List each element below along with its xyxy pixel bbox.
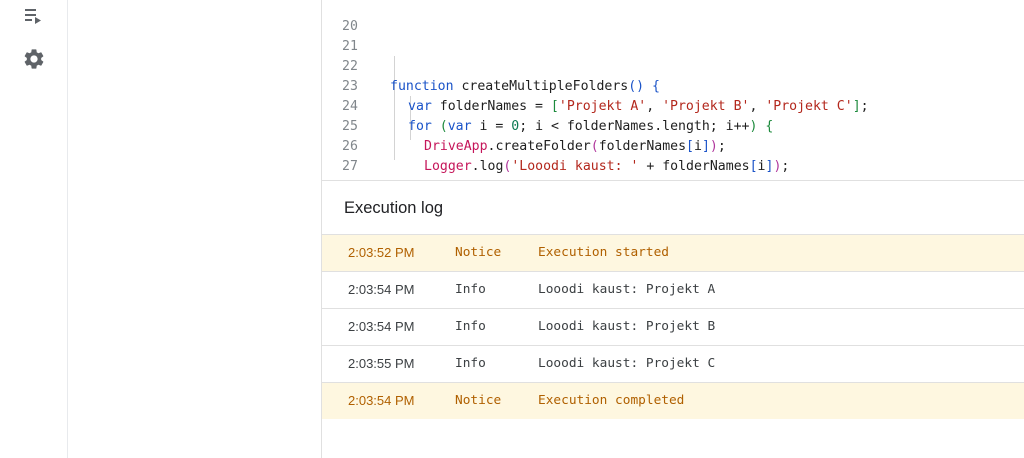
code-line: 21 [322,17,1024,54]
log-time: 2:03:54 PM [348,393,415,408]
log-message: Looodi kaust: Projekt B [538,319,716,334]
log-row[interactable]: 2:03:52 PM Notice Execution started [322,234,1024,271]
log-severity: Info [455,319,486,334]
log-row[interactable]: 2:03:54 PM Info Looodi kaust: Projekt A [322,271,1024,308]
code-line: 22 function createMultipleFolders() { [322,37,1024,94]
settings-gear-icon[interactable] [22,47,46,71]
code-line: 23 var folderNames = ['Projekt A', 'Proj… [322,57,1024,114]
log-time: 2:03:55 PM [348,356,415,371]
execution-log-panel: Execution log 2:03:52 PM Notice Executio… [322,180,1024,458]
log-row[interactable]: 2:03:54 PM Info Looodi kaust: Projekt B [322,308,1024,345]
log-message: Execution completed [538,393,685,408]
execution-log-title: Execution log [344,199,444,217]
files-panel [68,0,322,458]
log-row[interactable]: 2:03:54 PM Notice Execution completed [322,382,1024,419]
code-line: 20 [322,0,1024,34]
log-severity: Info [455,282,486,297]
code-line: 27 } [322,137,1024,180]
log-time: 2:03:52 PM [348,245,415,260]
code-line: 24 for (var i = 0; i < folderNames.lengt… [322,77,1024,134]
executions-icon[interactable] [22,4,46,28]
log-severity: Info [455,356,486,371]
log-severity: Notice [455,245,502,260]
log-message: Looodi kaust: Projekt A [538,282,716,297]
code-line: 26 Logger.log('Looodi kaust: ' + folderN… [322,117,1024,174]
log-time: 2:03:54 PM [348,319,415,334]
left-nav-rail [0,0,68,458]
log-time: 2:03:54 PM [348,282,415,297]
code-editor[interactable]: 20 21 22 function createMultipleFolders(… [322,0,1024,180]
code-line: 28 } [322,157,1024,180]
log-message: Looodi kaust: Projekt C [538,356,716,371]
log-message: Execution started [538,245,669,260]
code-line: 25 DriveApp.createFolder(folderNames[i])… [322,97,1024,154]
log-row[interactable]: 2:03:55 PM Info Looodi kaust: Projekt C [322,345,1024,382]
log-severity: Notice [455,393,502,408]
